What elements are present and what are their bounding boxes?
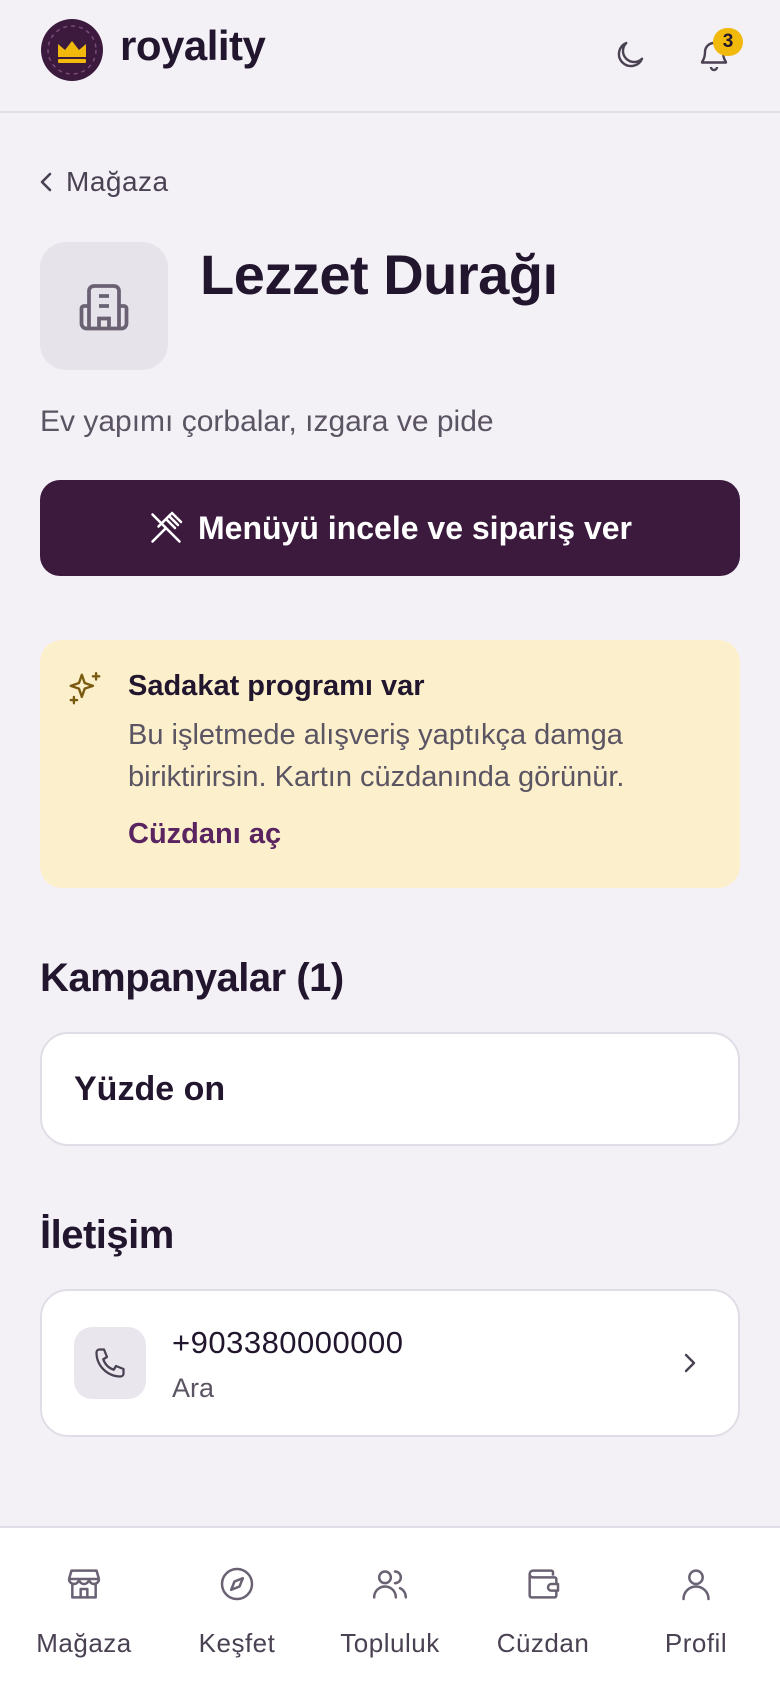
view-menu-order-label: Menüyü incele ve sipariş ver	[198, 509, 632, 546]
shop-name: Lezzet Durağı	[200, 243, 558, 306]
compass-icon	[220, 1567, 254, 1601]
nav-label: Topluluk	[340, 1628, 440, 1658]
phone-icon	[95, 1348, 125, 1378]
contact-heading: İletişim	[40, 1213, 174, 1257]
call-action-label: Ara	[172, 1373, 215, 1403]
back-to-store-link[interactable]: Mağaza	[36, 162, 169, 202]
nav-item-profile[interactable]: Profil	[621, 1528, 771, 1688]
bottom-navigation: Mağaza Keşfet Topluluk Cüzdan Profil	[0, 1526, 780, 1688]
wallet-icon	[528, 1569, 560, 1599]
nav-label: Keşfet	[198, 1628, 276, 1658]
nav-item-store[interactable]: Mağaza	[9, 1528, 159, 1688]
royality-logo	[41, 19, 103, 81]
loyalty-description: Bu işletmede alışveriş yaptıkça damga bi…	[128, 719, 625, 793]
nav-label: Mağaza	[36, 1628, 132, 1658]
shop-description: Ev yapımı çorbalar, ızgara ve pide	[40, 405, 494, 438]
phone-contact-card[interactable]: +903380000000 Ara	[40, 1289, 740, 1437]
nav-label: Profil	[664, 1628, 728, 1658]
loyalty-program-card: Sadakat programı var Bu işletmede alışve…	[40, 640, 740, 888]
nav-item-wallet[interactable]: Cüzdan	[468, 1528, 618, 1688]
nav-item-discover[interactable]: Keşfet	[162, 1528, 312, 1688]
nav-label: Cüzdan	[496, 1628, 590, 1658]
campaign-name: Yüzde on	[74, 1070, 226, 1108]
store-icon	[67, 1569, 101, 1599]
moon-icon[interactable]	[612, 37, 648, 73]
chevron-right-icon	[684, 1353, 696, 1373]
back-link-label: Mağaza	[66, 166, 169, 197]
utensils-crossed-icon	[151, 511, 183, 543]
loyalty-title: Sadakat programı var	[128, 670, 425, 702]
crown-icon	[47, 25, 97, 75]
top-app-bar: royality 3	[0, 0, 780, 113]
brand-name: royality	[120, 22, 266, 69]
user-icon	[682, 1569, 710, 1601]
nav-item-community[interactable]: Topluluk	[315, 1528, 465, 1688]
view-menu-order-button[interactable]: Menüyü incele ve sipariş ver	[40, 480, 740, 576]
campaign-card[interactable]: Yüzde on	[40, 1032, 740, 1146]
chevron-left-icon	[40, 172, 52, 192]
users-icon	[372, 1570, 408, 1599]
shop-avatar	[40, 242, 168, 370]
open-wallet-link[interactable]: Cüzdanı aç	[128, 818, 281, 851]
campaigns-heading: Kampanyalar (1)	[40, 956, 344, 1000]
notification-badge: 3	[713, 28, 743, 56]
phone-icon-tile	[74, 1327, 146, 1399]
sparkles-icon	[69, 671, 101, 705]
building-icon	[79, 284, 129, 331]
phone-number: +903380000000	[172, 1325, 404, 1360]
